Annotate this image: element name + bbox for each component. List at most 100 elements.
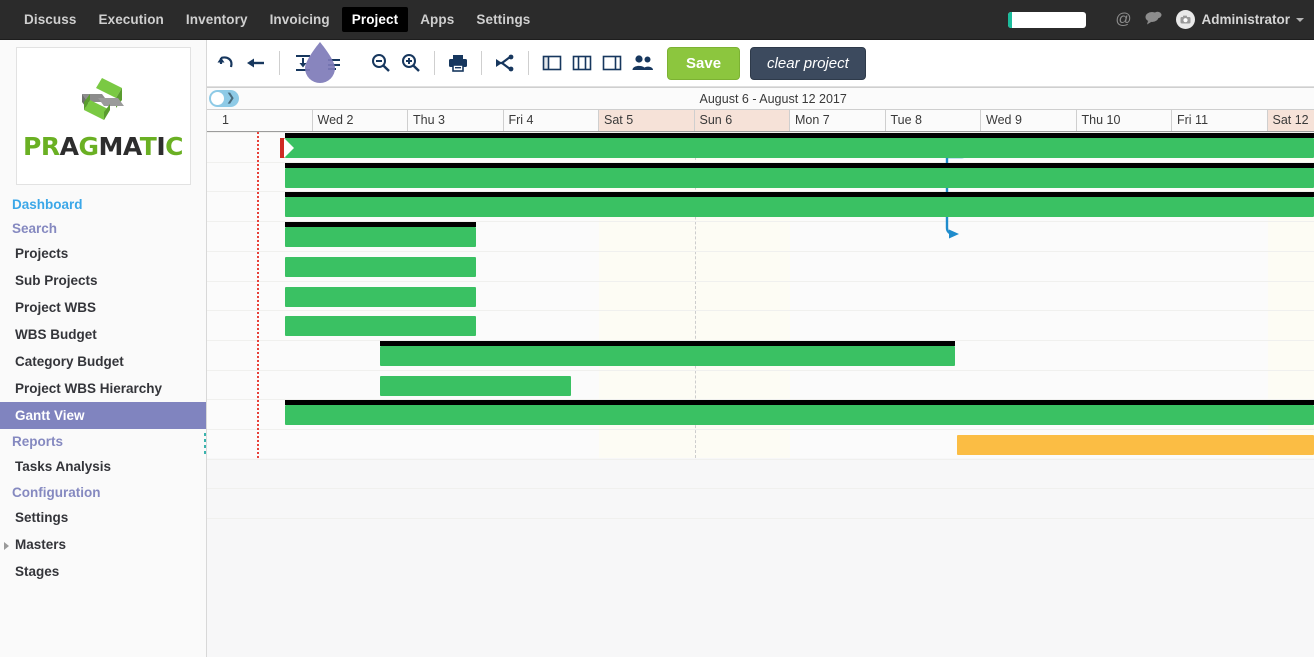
sidebar-item-label: Sub Projects xyxy=(15,273,98,288)
sidebar-item-wbs-budget[interactable]: WBS Budget xyxy=(0,321,206,348)
gantt-task-bar[interactable] xyxy=(285,138,1314,158)
layout-both-icon[interactable] xyxy=(567,46,597,80)
layout-left-icon[interactable] xyxy=(537,46,567,80)
gantt-toolbar: Save clear project xyxy=(207,40,1314,87)
gantt-day-header: Sat 5 xyxy=(599,110,695,131)
gantt-day-header: 1 xyxy=(217,110,313,131)
nav-item-discuss[interactable]: Discuss xyxy=(14,7,86,32)
gantt-task-bar[interactable] xyxy=(285,257,476,277)
sidebar-item-projects[interactable]: Projects xyxy=(0,240,206,267)
avatar[interactable] xyxy=(1176,10,1195,29)
undo-icon[interactable] xyxy=(211,46,241,80)
save-button[interactable]: Save xyxy=(667,47,740,80)
system-status-pill xyxy=(1008,12,1086,28)
gantt-day-header: Fri 4 xyxy=(504,110,600,131)
gantt-task-bar[interactable] xyxy=(285,197,1314,217)
sidebar-item-label: Projects xyxy=(15,246,68,261)
nav-item-apps[interactable]: Apps xyxy=(410,7,464,32)
nav-item-execution[interactable]: Execution xyxy=(88,7,173,32)
gantt-task-bar[interactable] xyxy=(380,376,571,396)
top-navigation-bar: DiscussExecutionInventoryInvoicingProjec… xyxy=(0,0,1314,40)
gantt-task-bar[interactable] xyxy=(285,405,1314,425)
print-icon[interactable] xyxy=(443,46,473,80)
sidebar: PRAGMATIC DashboardSearchProjectsSub Pro… xyxy=(0,40,207,657)
main-menu: DiscussExecutionInventoryInvoicingProjec… xyxy=(0,7,541,32)
gantt-week-label: August 6 - August 12 2017 xyxy=(695,88,1314,110)
gantt-task-bar[interactable] xyxy=(285,227,476,247)
sidebar-item-project-wbs-hierarchy[interactable]: Project WBS Hierarchy xyxy=(0,375,206,402)
gantt-day-header: Wed 2 xyxy=(313,110,409,131)
gantt-summary-line xyxy=(285,163,1314,168)
mention-icon[interactable]: @ xyxy=(1108,12,1138,28)
gantt-day-header: Mon 7 xyxy=(790,110,886,131)
user-menu[interactable]: Administrator xyxy=(1201,12,1290,27)
share-icon[interactable] xyxy=(490,46,520,80)
sidebar-item-settings[interactable]: Settings xyxy=(0,504,206,531)
gantt-day-header: Sun 6 xyxy=(695,110,791,131)
sidebar-menu: DashboardSearch Projects Sub Projects Proje… xyxy=(0,192,206,585)
clear-project-button[interactable]: clear project xyxy=(750,47,866,80)
gantt-day-header: Thu 3 xyxy=(408,110,504,131)
wordmark-letter: I xyxy=(156,132,165,161)
brand-logo: PRAGMATIC xyxy=(16,47,191,185)
gantt-day-header: Thu 10 xyxy=(1077,110,1173,131)
sidebar-item-sub-projects[interactable]: Sub Projects xyxy=(0,267,206,294)
sidebar-section-dashboard[interactable]: Dashboard xyxy=(0,192,206,216)
sidebar-section-configuration: Configuration xyxy=(0,480,206,504)
resources-icon[interactable] xyxy=(627,46,657,80)
nav-item-settings[interactable]: Settings xyxy=(466,7,540,32)
gantt-summary-line xyxy=(285,400,1314,405)
nav-item-inventory[interactable]: Inventory xyxy=(176,7,258,32)
zoom-in-icon[interactable] xyxy=(396,46,426,80)
pinwheel-logo-icon xyxy=(72,72,134,130)
gantt-week-row: August 6 - August 12 2017 xyxy=(207,87,1314,110)
gantt-day-row: 1Wed 2Thu 3Fri 4Sat 5Sun 6Mon 7Tue 8Wed … xyxy=(207,110,1314,132)
layout-right-icon[interactable] xyxy=(597,46,627,80)
gantt-grid xyxy=(207,132,1314,657)
gantt-task-bar[interactable] xyxy=(285,287,476,307)
zoom-out-icon[interactable] xyxy=(366,46,396,80)
gantt-task-bar[interactable] xyxy=(285,168,1314,188)
expand-rows-icon[interactable] xyxy=(318,46,348,80)
gantt-day-header: Tue 8 xyxy=(886,110,982,131)
sidebar-item-stages[interactable]: Stages xyxy=(0,558,206,585)
gantt-summary-line xyxy=(285,222,476,227)
gantt-day-header: Sat 12 xyxy=(1268,110,1314,131)
gantt-summary-line xyxy=(285,133,1314,138)
gantt-task-bar[interactable] xyxy=(380,346,955,366)
back-arrow-icon[interactable] xyxy=(241,46,271,80)
chevron-down-icon[interactable] xyxy=(1296,18,1304,22)
toolbar-separator-4 xyxy=(528,51,529,75)
wordmark-letter: A xyxy=(123,132,140,161)
sidebar-item-category-budget[interactable]: Category Budget xyxy=(0,348,206,375)
chevron-right-icon[interactable] xyxy=(4,542,9,550)
gantt-task-bar[interactable] xyxy=(285,316,476,336)
wordmark-letter: P xyxy=(23,132,41,161)
sidebar-item-label: Gantt View xyxy=(15,408,85,423)
toolbar-spacer xyxy=(348,46,366,80)
gantt-task-bar[interactable] xyxy=(957,435,1314,455)
nav-item-invoicing[interactable]: Invoicing xyxy=(260,7,340,32)
wordmark-letter: T xyxy=(140,132,157,161)
sidebar-item-label: Masters xyxy=(15,537,66,552)
nav-item-project[interactable]: Project xyxy=(342,7,408,32)
collapse-all-icon[interactable] xyxy=(288,46,318,80)
sidebar-section-search: Search xyxy=(0,216,206,240)
gantt-summary-line xyxy=(285,192,1314,197)
sidebar-item-project-wbs[interactable]: Project WBS xyxy=(0,294,206,321)
panel-toggle-handle[interactable]: ❯ xyxy=(209,90,239,107)
sidebar-item-tasks-analysis[interactable]: Tasks Analysis xyxy=(0,453,206,480)
gantt-summary-line xyxy=(380,341,955,346)
sidebar-item-label: WBS Budget xyxy=(15,327,97,342)
sidebar-item-label: Category Budget xyxy=(15,354,124,369)
brand-wordmark: PRAGMATIC xyxy=(23,132,183,161)
sidebar-item-label: Settings xyxy=(15,510,68,525)
wordmark-letter: M xyxy=(98,132,122,161)
wordmark-letter: R xyxy=(41,132,60,161)
sidebar-item-masters[interactable]: Masters xyxy=(0,531,206,558)
chat-bubble-icon[interactable] xyxy=(1138,11,1168,29)
sidebar-item-label: Tasks Analysis xyxy=(15,459,111,474)
gantt-day-header: Fri 11 xyxy=(1172,110,1268,131)
sidebar-item-gantt-view[interactable]: Gantt View xyxy=(0,402,206,429)
task-start-marker-icon xyxy=(280,138,290,158)
